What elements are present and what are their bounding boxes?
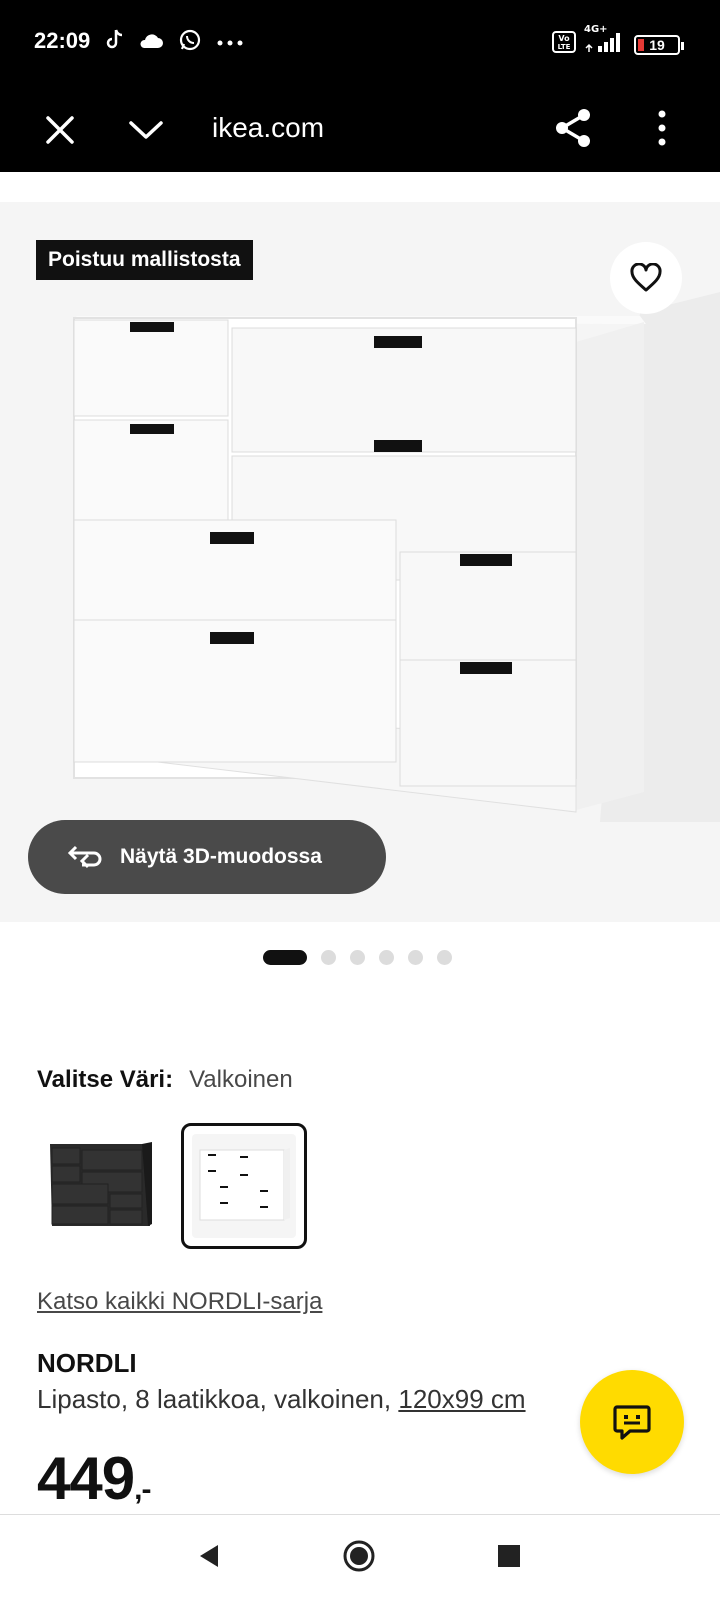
- color-swatch-black[interactable]: [37, 1123, 163, 1249]
- color-selection: Valitse Väri: Valkoinen: [37, 1066, 293, 1094]
- view-3d-button[interactable]: Näytä 3D-muodossa: [28, 820, 386, 894]
- price-suffix: ,-: [134, 1473, 151, 1506]
- product-description-text: Lipasto, 8 laatikkoa, valkoinen,: [37, 1384, 392, 1414]
- notification-icons: [102, 28, 244, 57]
- volte-icon: Vo LTE: [552, 31, 576, 58]
- product-description: Lipasto, 8 laatikkoa, valkoinen, 120x99 …: [37, 1384, 597, 1415]
- svg-text:LTE: LTE: [558, 43, 571, 51]
- battery-icon: 19: [634, 34, 684, 55]
- battery-level: 19: [649, 36, 665, 53]
- more-vertical-icon[interactable]: [640, 106, 684, 150]
- product-image: [73, 292, 720, 822]
- carousel-dot[interactable]: [437, 950, 452, 965]
- carousel-dot[interactable]: [379, 950, 394, 965]
- system-navigation-bar: [0, 1514, 720, 1600]
- white-dresser-thumbnail: [192, 1134, 296, 1238]
- selected-color: Valkoinen: [189, 1066, 293, 1093]
- product-price: 449,-: [37, 1444, 151, 1513]
- network-type: 4G+: [584, 24, 608, 35]
- status-time: 22:09: [34, 28, 91, 53]
- product-name: NORDLI: [37, 1348, 137, 1378]
- color-label: Valitse Väri:: [37, 1066, 174, 1093]
- recent-apps-icon[interactable]: [498, 1545, 520, 1567]
- product-image-carousel[interactable]: Poistuu mallistosta Näytä 3D-muodossa: [0, 202, 720, 922]
- svg-text:Vo: Vo: [558, 34, 570, 43]
- chat-icon: [613, 1405, 651, 1440]
- system-icons: Vo LTE 4G+ 19: [552, 24, 684, 59]
- black-dresser-thumbnail: [50, 1142, 152, 1226]
- rotate-3d-icon: [67, 845, 102, 869]
- url-text[interactable]: ikea.com: [212, 112, 324, 144]
- browser-toolbar: ikea.com: [0, 88, 720, 172]
- cloud-icon: [138, 31, 164, 54]
- tiktok-icon: [102, 28, 124, 57]
- chevron-down-icon[interactable]: [126, 110, 166, 150]
- heart-icon: [630, 263, 662, 292]
- carousel-dot[interactable]: [408, 950, 423, 965]
- close-icon[interactable]: [40, 110, 80, 150]
- chat-button[interactable]: [580, 1370, 684, 1474]
- carousel-dot[interactable]: [350, 950, 365, 965]
- discontinued-badge: Poistuu mallistosta: [36, 240, 253, 280]
- carousel-dot[interactable]: [263, 950, 307, 965]
- signal-icon: 4G+: [584, 24, 626, 59]
- share-icon[interactable]: [552, 106, 596, 150]
- price-value: 449: [37, 1445, 135, 1512]
- whatsapp-icon: [178, 28, 202, 57]
- more-dots-icon: [216, 34, 244, 52]
- series-link[interactable]: Katso kaikki NORDLI-sarja: [37, 1288, 322, 1316]
- home-icon[interactable]: [342, 1539, 376, 1578]
- product-size-link[interactable]: 120x99 cm: [398, 1384, 525, 1414]
- color-swatch-white[interactable]: [181, 1123, 307, 1249]
- carousel-indicator: [263, 950, 452, 965]
- status-bar: 22:09 Vo LTE 4G+ 19: [0, 0, 720, 88]
- favorite-button[interactable]: [610, 242, 682, 314]
- back-icon[interactable]: [198, 1543, 220, 1574]
- carousel-dot[interactable]: [321, 950, 336, 965]
- view-3d-label: Näytä 3D-muodossa: [120, 845, 322, 868]
